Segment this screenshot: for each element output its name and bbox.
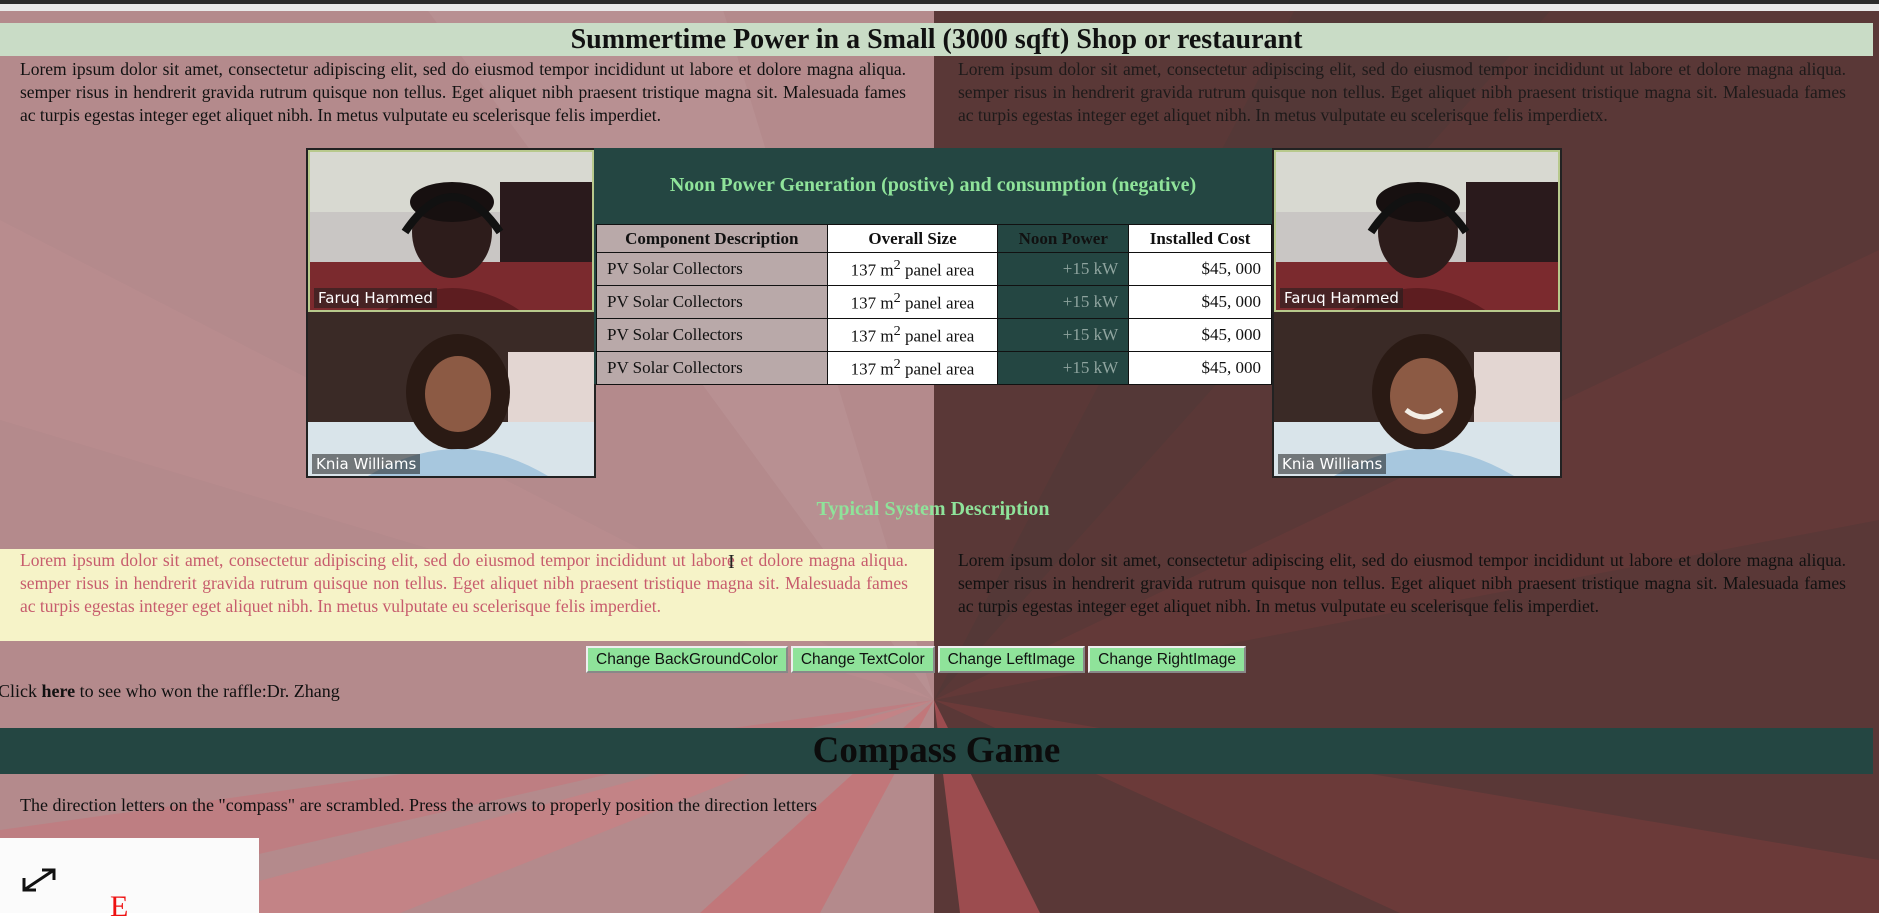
compass-game-title: Compass Game: [0, 728, 1873, 774]
cost-cell: $45, 000: [1128, 351, 1272, 385]
participant-name: Faruq Hammed: [314, 288, 437, 308]
table-row: PV Solar Collectors 137 m2 panel area +1…: [596, 252, 1272, 286]
section-heading: Typical System Description: [816, 498, 1050, 520]
column-header: Overall Size: [826, 224, 999, 253]
size-cell: 137 m2 panel area: [826, 285, 999, 319]
raffle-result: to see who won the raffle:Dr. Zhang: [75, 681, 340, 701]
participant-name: Faruq Hammed: [1280, 288, 1403, 308]
table-row: PV Solar Collectors 137 m2 panel area +1…: [596, 351, 1272, 385]
table-row: PV Solar Collectors 137 m2 panel area +1…: [596, 318, 1272, 352]
text-cursor-icon: Ι: [728, 551, 735, 573]
cost-cell: $45, 000: [1128, 252, 1272, 286]
page-title: Summertime Power in a Small (3000 sqft) …: [0, 23, 1873, 56]
component-cell: PV Solar Collectors: [596, 351, 828, 385]
size-cell: 137 m2 panel area: [826, 318, 999, 352]
size-cell: 137 m2 panel area: [826, 252, 999, 286]
video-tile-faruq: Faruq Hammed: [308, 150, 594, 312]
power-table: Component Description Overall Size Noon …: [596, 224, 1272, 385]
table-row: PV Solar Collectors 137 m2 panel area +1…: [596, 285, 1272, 319]
compass-letter[interactable]: E: [110, 890, 128, 924]
video-tile-knia: Knia Williams: [1274, 312, 1560, 476]
column-header: Component Description: [596, 224, 828, 253]
raffle-link[interactable]: here: [42, 681, 76, 701]
intro-text-left: Lorem ipsum dolor sit amet, consectetur …: [20, 59, 906, 125]
video-tile-faruq: Faruq Hammed: [1274, 150, 1560, 312]
column-header: Noon Power: [997, 224, 1130, 253]
description-text-left: Lorem ipsum dolor sit amet, consectetur …: [0, 549, 934, 641]
change-text-color-button[interactable]: Change TextColor: [790, 646, 935, 673]
change-background-color-button[interactable]: Change BackGroundColor: [586, 646, 788, 673]
cost-cell: $45, 000: [1128, 285, 1272, 319]
power-cell: +15 kW: [997, 252, 1130, 286]
control-buttons: Change BackGroundColor Change TextColor …: [586, 646, 1247, 673]
column-header: Installed Cost: [1128, 224, 1272, 253]
person-photo: [308, 312, 594, 476]
person-photo: [1274, 312, 1560, 476]
table-header-row: Component Description Overall Size Noon …: [596, 224, 1272, 253]
power-cell: +15 kW: [997, 285, 1130, 319]
power-cell: +15 kW: [997, 351, 1130, 385]
video-tile-knia: Knia Williams: [308, 312, 594, 476]
raffle-prefix: Click: [0, 681, 42, 701]
participant-name: Knia Williams: [312, 454, 421, 474]
table-title: Noon Power Generation (postive) and cons…: [669, 174, 1197, 196]
raffle-line: Click here to see who won the raffle:Dr.…: [0, 681, 340, 702]
left-image[interactable]: Faruq Hammed Knia Williams: [306, 148, 596, 478]
size-cell: 137 m2 panel area: [826, 351, 999, 385]
participant-name: Knia Williams: [1278, 454, 1387, 474]
change-left-image-button[interactable]: Change LeftImage: [937, 646, 1086, 673]
power-cell: +15 kW: [997, 318, 1130, 352]
browser-top-edge: [0, 0, 1879, 11]
intro-text-right: Lorem ipsum dolor sit amet, consectetur …: [958, 59, 1846, 125]
description-text-right: Lorem ipsum dolor sit amet, consectetur …: [958, 550, 1846, 616]
change-right-image-button[interactable]: Change RightImage: [1088, 646, 1247, 673]
component-cell: PV Solar Collectors: [596, 252, 828, 286]
right-image[interactable]: Faruq Hammed Knia Williams: [1272, 148, 1562, 478]
cost-cell: $45, 000: [1128, 318, 1272, 352]
component-cell: PV Solar Collectors: [596, 318, 828, 352]
expand-icon[interactable]: [20, 866, 58, 894]
compass-instructions: The direction letters on the "compass" a…: [20, 795, 817, 815]
power-table-panel: Noon Power Generation (postive) and cons…: [594, 148, 1272, 385]
component-cell: PV Solar Collectors: [596, 285, 828, 319]
